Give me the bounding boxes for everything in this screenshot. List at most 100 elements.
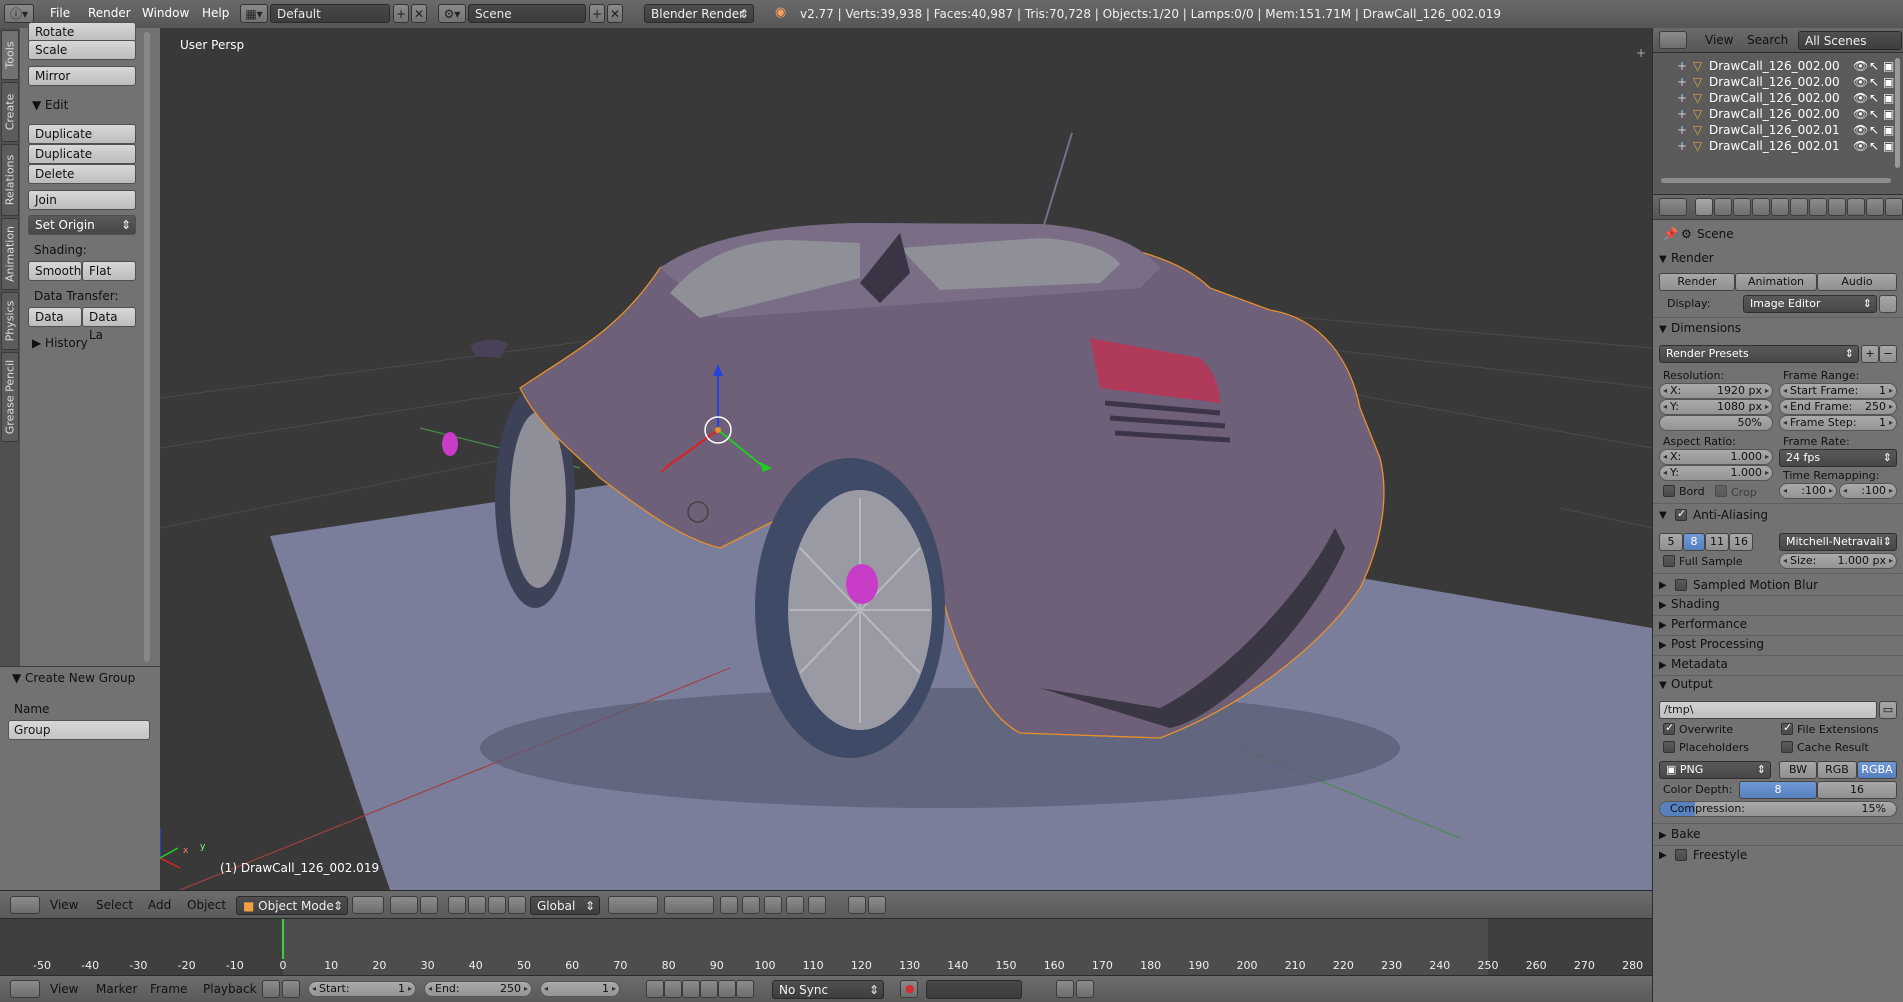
color-rgba-button[interactable]: RGBA [1857, 761, 1897, 779]
current-frame-field[interactable]: ◂ 1 ▸ [540, 981, 620, 997]
constraints-tab-icon[interactable] [1790, 198, 1808, 216]
renderable-camera-icon[interactable]: ▣ [1883, 123, 1894, 137]
transform-orientation-dropdown[interactable]: Global ⇕ [530, 896, 600, 915]
flat-button[interactable]: Flat [82, 261, 136, 281]
preview-range-icon[interactable] [262, 980, 280, 998]
sync-mode-dropdown[interactable]: No Sync ⇕ [772, 980, 884, 999]
display-dropdown[interactable]: Image Editor ⇕ [1743, 295, 1877, 313]
shading-panel-header[interactable]: ▶ Shading [1659, 597, 1720, 611]
performance-panel-header[interactable]: ▶ Performance [1659, 617, 1747, 631]
normal-manipulator-icon[interactable] [508, 896, 526, 914]
selectable-cursor-icon[interactable]: ↖ [1869, 139, 1879, 153]
start-frame-field[interactable]: ◂ Start: 1 ▸ [308, 981, 416, 997]
render-image-icon[interactable] [848, 896, 866, 914]
layout-icon[interactable]: ▦▾ [240, 4, 268, 23]
color-rgb-button[interactable]: RGB [1817, 761, 1857, 779]
full-sample-checkbox[interactable] [1663, 555, 1675, 567]
file-format-dropdown[interactable]: ▣ PNG ⇕ [1659, 761, 1771, 779]
menu-help[interactable]: Help [202, 6, 229, 20]
aa-filter-dropdown[interactable]: Mitchell-Netravali ⇕ [1779, 533, 1897, 551]
set-origin-dropdown[interactable]: Set Origin ⇕ [28, 215, 136, 235]
outliner-scrollbar[interactable] [1895, 58, 1900, 168]
visibility-eye-icon[interactable]: 👁 [1853, 107, 1868, 121]
add-layout-icon[interactable]: + [393, 4, 409, 23]
insert-keyframe-icon[interactable] [1056, 980, 1074, 998]
sampled-motion-blur-panel-header[interactable]: ▶ [1659, 577, 1671, 591]
menu-view[interactable]: View [50, 898, 78, 912]
crop-checkbox[interactable] [1715, 485, 1727, 497]
end-frame-field[interactable]: ◂ End: 250 ▸ [424, 981, 532, 997]
scale-button[interactable]: Scale [28, 40, 136, 60]
lock-interface-icon[interactable] [1879, 295, 1897, 313]
placeholders-checkbox[interactable] [1663, 741, 1675, 753]
color-bw-button[interactable]: BW [1779, 761, 1817, 779]
render-engine-dropdown[interactable]: Blender Render ⇕ [644, 4, 754, 23]
output-panel-header[interactable]: ▼ Output [1659, 677, 1713, 691]
render-audio-button[interactable]: Audio [1817, 273, 1897, 291]
timeline-menu-frame[interactable]: Frame [150, 982, 187, 996]
menu-add[interactable]: Add [148, 898, 171, 912]
visibility-eye-icon[interactable]: 👁 [1853, 139, 1868, 153]
timeline-menu-marker[interactable]: Marker [96, 982, 137, 996]
lock-layers-icon[interactable] [720, 896, 738, 914]
keying-set-field[interactable] [926, 980, 1022, 999]
texture-tab-icon[interactable] [1866, 198, 1884, 216]
resolution-x-field[interactable]: ◂ X: 1920 px ▸ [1659, 383, 1773, 399]
render-panel-header[interactable]: ▼ Render [1659, 251, 1714, 265]
screen-layout-field[interactable]: Default [270, 4, 390, 23]
outliner-menu-search[interactable]: Search [1747, 33, 1788, 47]
bake-panel-header[interactable]: ▶ Bake [1659, 827, 1701, 841]
start-frame-prop-field[interactable]: ◂ Start Frame: 1 ▸ [1779, 383, 1897, 399]
dimensions-panel-header[interactable]: ▼ Dimensions [1659, 321, 1741, 335]
smooth-button[interactable]: Smooth [28, 261, 82, 281]
renderable-camera-icon[interactable]: ▣ [1883, 75, 1894, 89]
scale-manipulator-icon[interactable] [488, 896, 506, 914]
remap-new-field[interactable]: ◂:100 ▸ [1839, 483, 1897, 499]
render-layers-tab-icon[interactable] [1714, 198, 1732, 216]
render-presets-dropdown[interactable]: Render Presets ⇕ [1659, 345, 1859, 363]
mode-dropdown[interactable]: ■ Object Mode ⇕ [236, 896, 348, 915]
timeline[interactable]: -50 -40 -30 -20 -10 0 10 20 30 40 50 60 70 80 90 100 110… [0, 918, 1652, 976]
selectable-cursor-icon[interactable]: ↖ [1869, 107, 1879, 121]
selectable-cursor-icon[interactable]: ↖ [1869, 75, 1879, 89]
selectable-cursor-icon[interactable]: ↖ [1869, 123, 1879, 137]
proportional-edit-icon[interactable] [742, 896, 760, 914]
menu-file[interactable]: File [50, 6, 70, 20]
aa-samples-16-button[interactable]: 16 [1729, 533, 1753, 551]
resolution-percentage-field[interactable]: 50% [1659, 415, 1773, 431]
end-frame-prop-field[interactable]: ◂ End Frame: 250 ▸ [1779, 399, 1897, 415]
material-tab-icon[interactable] [1847, 198, 1865, 216]
tab-physics[interactable]: Physics [1, 292, 19, 350]
play-icon[interactable] [700, 980, 718, 998]
aa-size-field[interactable]: ◂ Size: 1.000 px ▸ [1779, 553, 1897, 569]
selectable-cursor-icon[interactable]: ↖ [1869, 91, 1879, 105]
display-mode-dropdown[interactable]: All Scenes [1798, 31, 1902, 50]
aa-samples-5-button[interactable]: 5 [1659, 533, 1683, 551]
object-tab-icon[interactable] [1771, 198, 1789, 216]
frame-step-field[interactable]: ◂ Frame Step: 1 ▸ [1779, 415, 1897, 431]
rotate-manipulator-icon[interactable] [468, 896, 486, 914]
aa-samples-8-button[interactable]: 8 [1683, 533, 1705, 551]
delete-button[interactable]: Delete [28, 164, 136, 184]
layers-grid-right[interactable] [664, 896, 714, 914]
motion-blur-checkbox[interactable] [1675, 579, 1687, 591]
aa-samples-11-button[interactable]: 11 [1705, 533, 1729, 551]
playhead[interactable] [282, 919, 284, 959]
add-scene-icon[interactable]: + [589, 4, 605, 23]
border-checkbox[interactable] [1663, 485, 1675, 497]
tab-tools[interactable]: Tools [1, 30, 19, 80]
tab-animation[interactable]: Animation [1, 218, 19, 290]
duplicate-button[interactable]: Duplicate [28, 124, 136, 144]
manipulator-toggle-icon[interactable] [420, 896, 438, 914]
aspect-y-field[interactable]: ◂ Y: 1.000 ▸ [1659, 465, 1773, 481]
3d-viewport[interactable]: User Persp (1) DrawCall_126_002.019 x y … [160, 28, 1652, 890]
history-panel-header[interactable]: ▶ History [32, 336, 88, 350]
view-plus-icon[interactable]: + [1636, 46, 1646, 60]
timeline-menu-playback[interactable]: Playback [203, 982, 257, 996]
compression-slider[interactable]: Compression: 15% [1659, 801, 1897, 817]
snap-element-icon[interactable] [808, 896, 826, 914]
lock-range-icon[interactable] [282, 980, 300, 998]
renderable-camera-icon[interactable]: ▣ [1883, 139, 1894, 153]
output-path-input[interactable]: /tmp\ [1659, 701, 1877, 719]
duplicate-linked-button[interactable]: Duplicate Linked [28, 144, 136, 179]
